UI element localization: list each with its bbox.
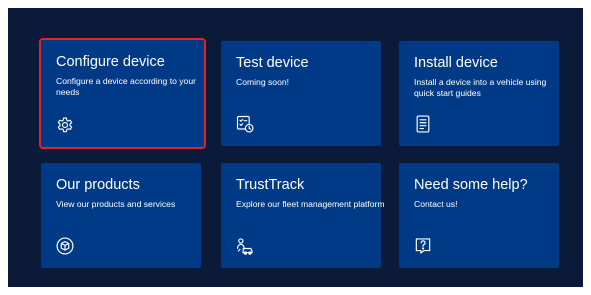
card-title: Configure device bbox=[56, 54, 165, 70]
test-device-card[interactable]: Test device Coming soon! bbox=[221, 41, 381, 146]
card-title: Need some help? bbox=[414, 177, 528, 193]
need-help-card[interactable]: Need some help? Contact us! bbox=[399, 163, 559, 268]
card-description: Coming soon! bbox=[236, 77, 290, 87]
question-icon bbox=[413, 236, 433, 256]
document-icon bbox=[413, 114, 433, 134]
card-title: TrustTrack bbox=[236, 177, 305, 193]
checklist-clock-icon bbox=[235, 114, 255, 134]
package-icon bbox=[55, 236, 75, 256]
install-device-card[interactable]: Install device Install a device into a v… bbox=[399, 41, 559, 146]
card-description: Configure a device according to your nee… bbox=[56, 76, 196, 97]
configure-device-card[interactable]: Configure device Configure a device acco… bbox=[39, 38, 206, 149]
our-products-card[interactable]: Our products View our products and servi… bbox=[41, 163, 201, 268]
main-panel: Configure device Configure a device acco… bbox=[8, 8, 583, 287]
trusttrack-card[interactable]: TrustTrack Explore our fleet management … bbox=[221, 163, 385, 268]
card-description: View our products and services bbox=[56, 199, 176, 209]
gear-icon bbox=[55, 115, 75, 135]
card-title: Install device bbox=[414, 55, 498, 71]
card-title: Test device bbox=[236, 55, 309, 71]
fleet-icon bbox=[235, 236, 255, 256]
card-title: Our products bbox=[56, 177, 140, 193]
card-description: Explore our fleet management platform bbox=[236, 199, 385, 209]
card-description: Contact us! bbox=[414, 199, 458, 209]
card-description: Install a device into a vehicle using qu… bbox=[414, 77, 547, 98]
